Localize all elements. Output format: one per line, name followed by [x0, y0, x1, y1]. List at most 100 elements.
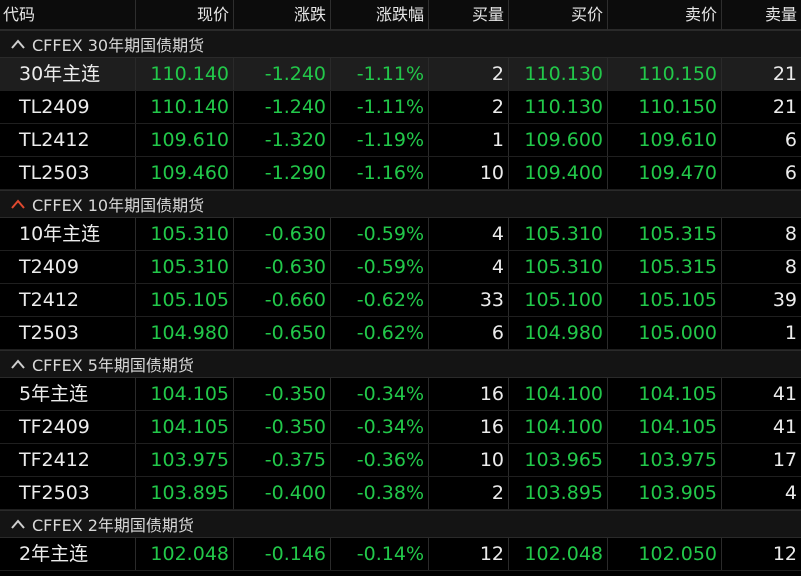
cell-bid: 105.100 [509, 284, 608, 316]
cell-bid: 104.100 [509, 378, 608, 410]
cell-ask: 103.975 [608, 444, 722, 476]
cell-change-pct: -0.59% [331, 218, 429, 250]
cell-price: 105.310 [136, 218, 234, 250]
col-header-change-pct[interactable]: 涨跌幅 [331, 0, 429, 30]
cell-bid: 104.100 [509, 411, 608, 443]
cell-bid: 109.600 [509, 124, 608, 156]
cell-bid: 103.965 [509, 444, 608, 476]
cell-bid: 105.310 [509, 251, 608, 283]
table-row[interactable]: 30年主连 110.140 -1.240 -1.11% 2 110.130 110.150 2… [0, 58, 801, 91]
chevron-up-icon[interactable] [10, 37, 26, 51]
cell-bid: 110.130 [509, 58, 608, 90]
cell-code: 30年主连 [0, 58, 136, 90]
cell-price: 104.980 [136, 317, 234, 349]
cell-bid: 103.895 [509, 477, 608, 509]
cell-change-pct: -0.34% [331, 411, 429, 443]
cell-bid-vol: 6 [429, 317, 509, 349]
cell-price: 105.105 [136, 284, 234, 316]
table-row[interactable]: 10年主连 105.310 -0.630 -0.59% 4 105.310 105.315 8 [0, 218, 801, 251]
cell-change-pct: -0.34% [331, 378, 429, 410]
cell-bid-vol: 10 [429, 157, 509, 189]
cell-ask-vol: 1 [784, 322, 797, 344]
cell-change: -1.240 [234, 58, 331, 90]
group-header[interactable]: CFFEX 30年期国债期货 [0, 30, 801, 58]
cell-price: 105.310 [136, 251, 234, 283]
cell-bid-vol: 1 [429, 124, 509, 156]
cell-ask-vol: 21 [772, 96, 797, 118]
cell-change: -0.350 [234, 411, 331, 443]
col-header-price[interactable]: 现价 [136, 0, 234, 30]
table-row[interactable]: TF2409 104.105 -0.350 -0.34% 16 104.100 104.10… [0, 411, 801, 444]
col-header-bid[interactable]: 买价 [509, 0, 608, 30]
cell-ask-vol: 41 [772, 383, 797, 405]
cell-ask-vol: 8 [784, 223, 797, 245]
table-row[interactable]: T2409 105.310 -0.630 -0.59% 4 105.310 105.315 8 [0, 251, 801, 284]
group-header[interactable]: CFFEX 2年期国债期货 [0, 510, 801, 538]
chevron-up-icon[interactable] [10, 357, 26, 371]
cell-code: T2503 [0, 317, 136, 349]
cell-price: 109.610 [136, 124, 234, 156]
cell-ask: 109.610 [608, 124, 722, 156]
table-row[interactable]: 2年主连 102.048 -0.146 -0.14% 12 102.048 102.050 1… [0, 538, 801, 571]
col-header-ask[interactable]: 卖价 [608, 0, 722, 30]
table-row[interactable]: TL2503 109.460 -1.290 -1.16% 10 109.400 109.47… [0, 157, 801, 190]
cell-ask: 109.470 [608, 157, 722, 189]
cell-ask-vol: 4 [784, 482, 797, 504]
cell-ask: 110.150 [608, 91, 722, 123]
cell-code: TF2503 [0, 477, 136, 509]
cell-change-pct: -0.14% [331, 538, 429, 570]
cell-bid-vol: 2 [429, 91, 509, 123]
cell-change-pct: -0.36% [331, 444, 429, 476]
cell-change: -0.350 [234, 378, 331, 410]
table-row[interactable]: TL2412 109.610 -1.320 -1.19% 1 109.600 109.610… [0, 124, 801, 157]
table-row[interactable]: T2503 104.980 -0.650 -0.62% 6 104.980 105.000 1 [0, 317, 801, 350]
cell-bid-vol: 4 [429, 251, 509, 283]
cell-ask-vol: 21 [772, 63, 797, 85]
table-row[interactable]: 5年主连 104.105 -0.350 -0.34% 16 104.100 104.105 4… [0, 378, 801, 411]
cell-bid: 109.400 [509, 157, 608, 189]
cell-code: TL2409 [0, 91, 136, 123]
cell-change: -0.630 [234, 251, 331, 283]
group-title: CFFEX 2年期国债期货 [32, 516, 194, 535]
cell-change: -1.240 [234, 91, 331, 123]
chevron-up-icon[interactable] [10, 197, 26, 211]
table-row[interactable]: TF2412 103.975 -0.375 -0.36% 10 103.965 103.97… [0, 444, 801, 477]
table-header: 代码 现价 涨跌 涨跌幅 买量 买价 卖价 卖量 [0, 0, 801, 30]
col-header-ask-vol[interactable]: 卖量 [722, 0, 801, 30]
cell-price: 110.140 [136, 58, 234, 90]
cell-ask: 105.105 [608, 284, 722, 316]
group-header[interactable]: CFFEX 5年期国债期货 [0, 350, 801, 378]
cell-code: T2409 [0, 251, 136, 283]
table-body: CFFEX 30年期国债期货 30年主连 110.140 -1.240 -1.11% 2 1… [0, 30, 801, 571]
group-header[interactable]: CFFEX 10年期国债期货 [0, 190, 801, 218]
group-title: CFFEX 10年期国债期货 [32, 196, 205, 215]
cell-price: 104.105 [136, 411, 234, 443]
cell-change: -0.660 [234, 284, 331, 316]
col-header-bid-vol[interactable]: 买量 [429, 0, 509, 30]
cell-ask-vol: 41 [772, 416, 797, 438]
col-header-code[interactable]: 代码 [0, 0, 136, 30]
cell-change-pct: -0.62% [331, 284, 429, 316]
cell-change: -0.630 [234, 218, 331, 250]
cell-change-pct: -0.62% [331, 317, 429, 349]
cell-code: 2年主连 [0, 538, 136, 570]
table-row[interactable]: TF2503 103.895 -0.400 -0.38% 2 103.895 103.905… [0, 477, 801, 510]
chevron-up-icon[interactable] [10, 517, 26, 531]
col-header-change[interactable]: 涨跌 [234, 0, 331, 30]
cell-code: TF2412 [0, 444, 136, 476]
cell-price: 102.048 [136, 538, 234, 570]
cell-bid-vol: 12 [429, 538, 509, 570]
cell-bid-vol: 16 [429, 411, 509, 443]
cell-bid: 110.130 [509, 91, 608, 123]
cell-code: T2412 [0, 284, 136, 316]
cell-bid-vol: 4 [429, 218, 509, 250]
table-row[interactable]: T2412 105.105 -0.660 -0.62% 33 105.100 105.105… [0, 284, 801, 317]
cell-change-pct: -1.16% [331, 157, 429, 189]
cell-code: 5年主连 [0, 378, 136, 410]
cell-ask-vol: 39 [772, 289, 797, 311]
cell-price: 103.975 [136, 444, 234, 476]
table-row[interactable]: TL2409 110.140 -1.240 -1.11% 2 110.130 110.150… [0, 91, 801, 124]
cell-ask: 102.050 [608, 538, 722, 570]
cell-price: 103.895 [136, 477, 234, 509]
cell-change: -0.400 [234, 477, 331, 509]
